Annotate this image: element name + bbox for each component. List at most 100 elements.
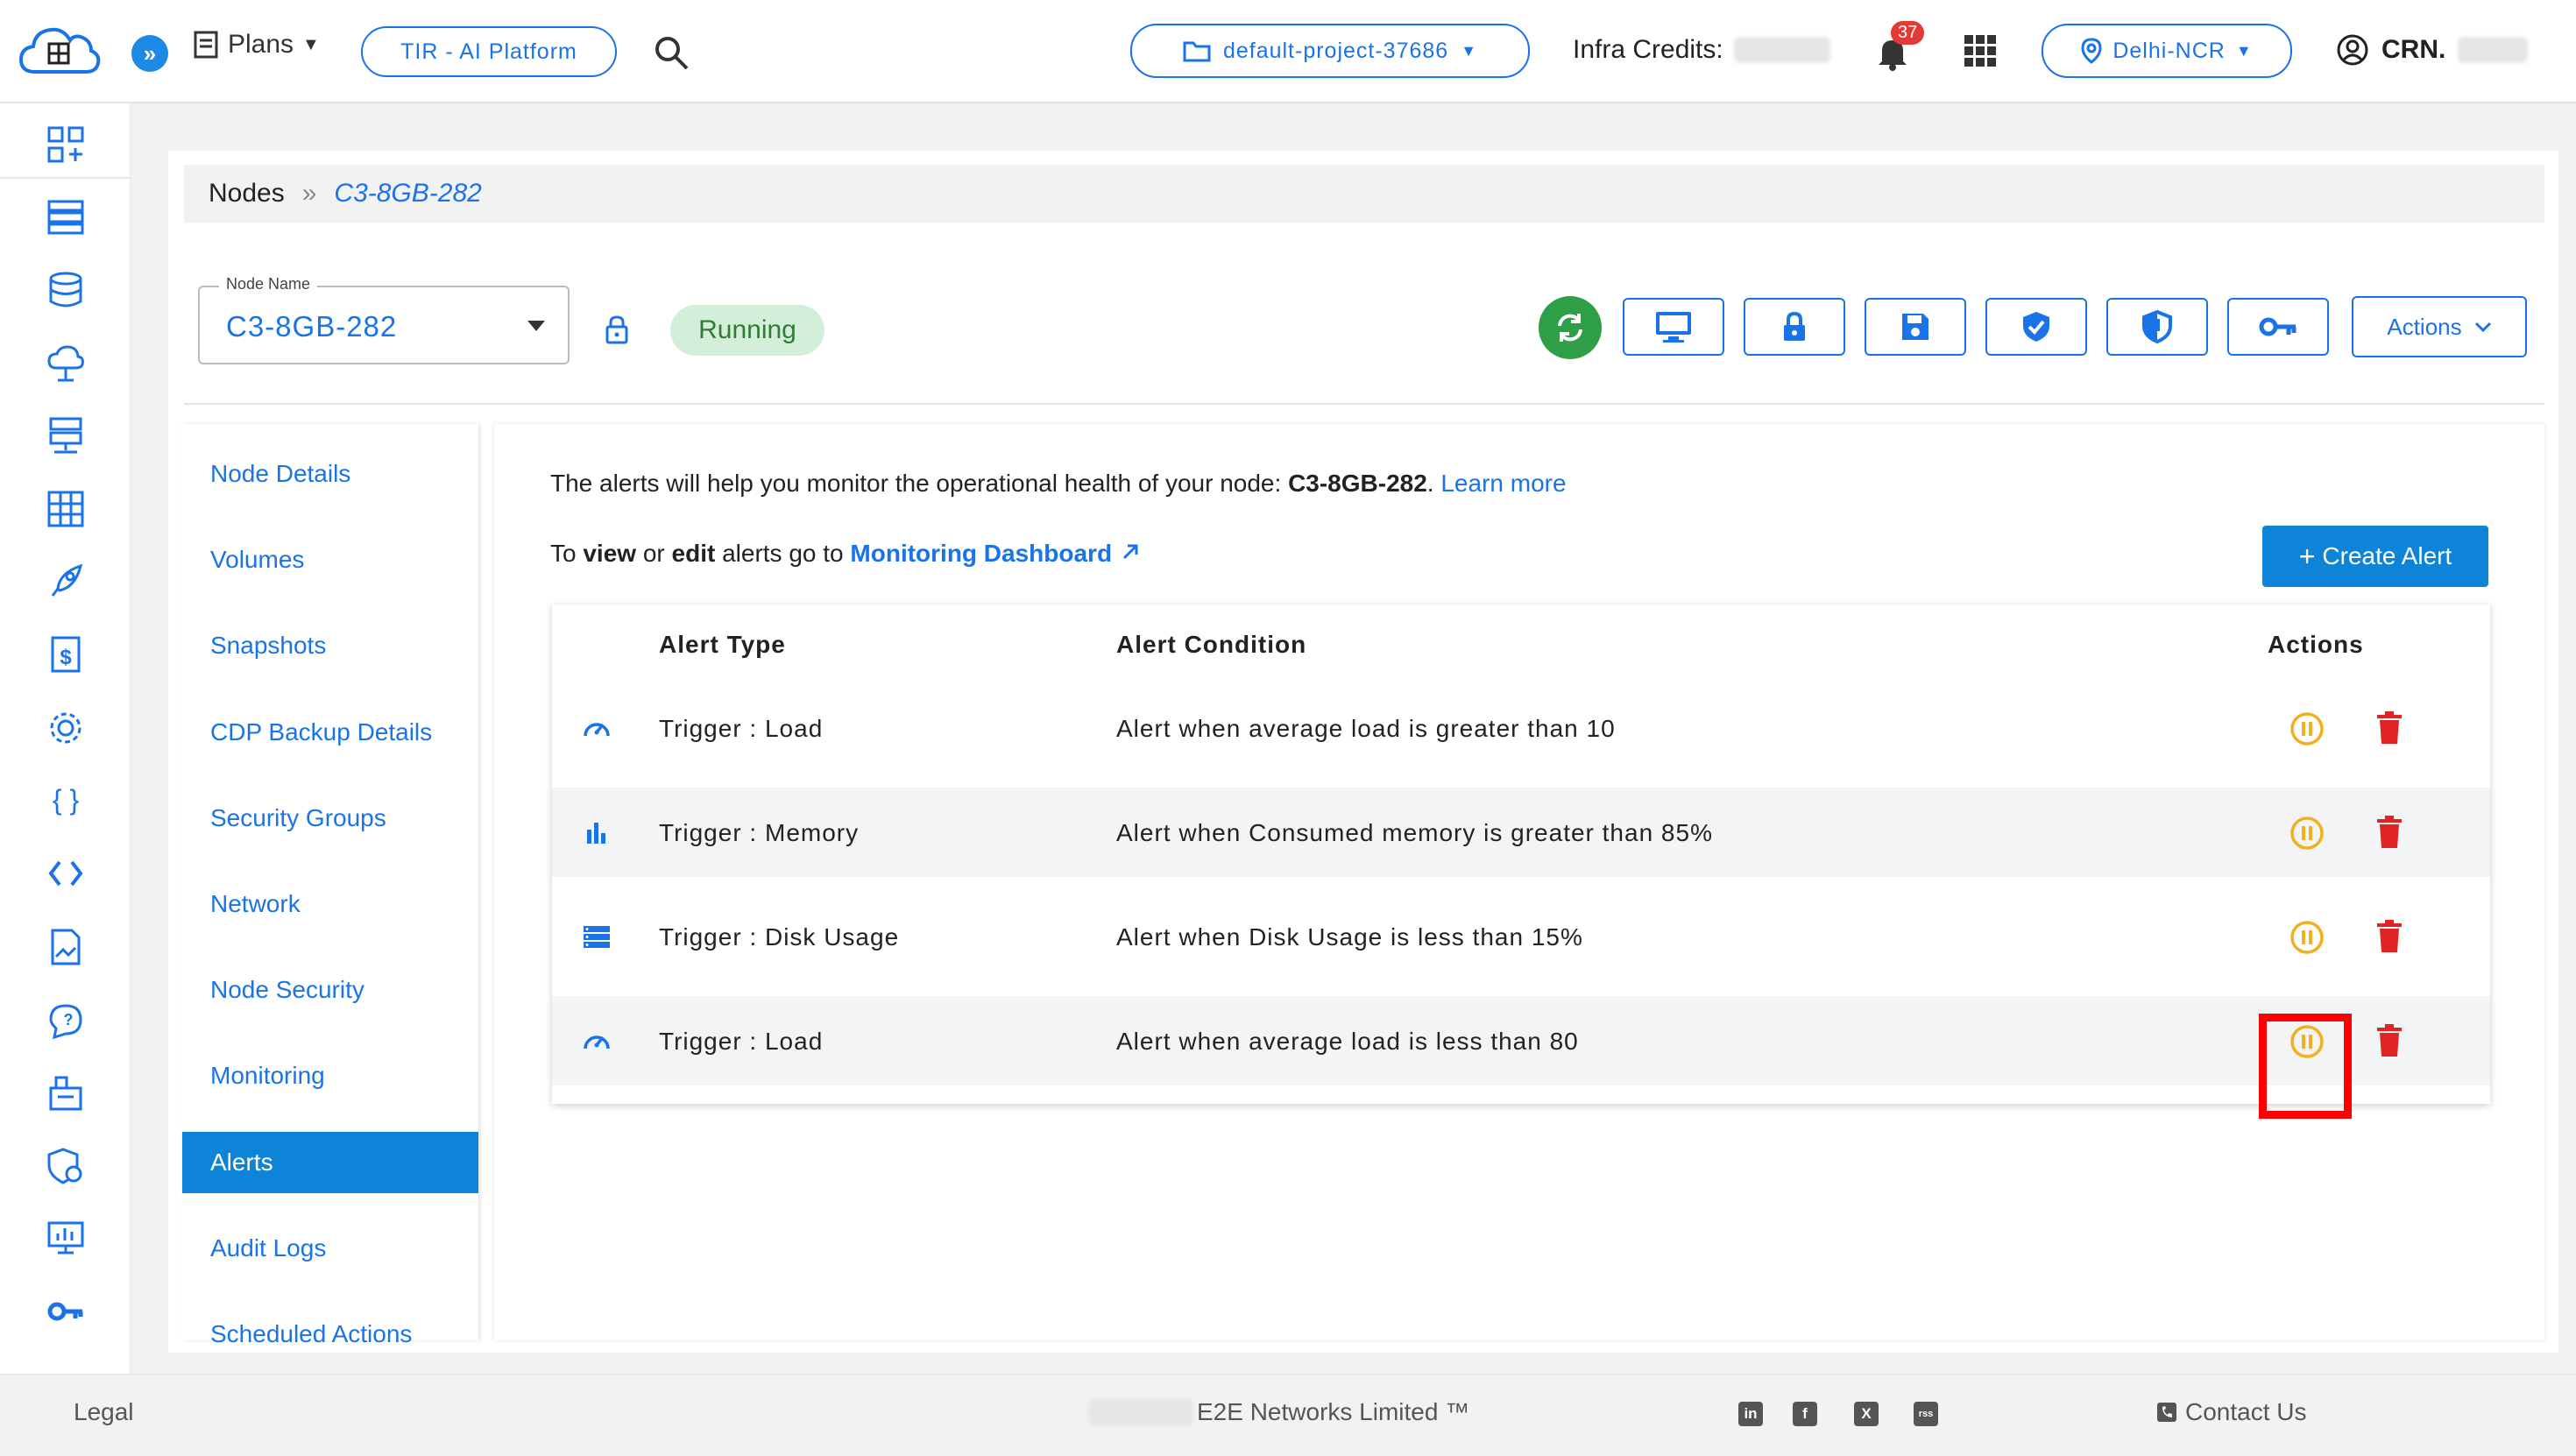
x-twitter-icon[interactable]: X: [1854, 1402, 1879, 1426]
table-row: Trigger : Load Alert when average load is…: [552, 996, 2490, 1119]
expand-sidebar-button[interactable]: »: [131, 35, 168, 72]
alert-condition-cell: Alert when Consumed memory is greater th…: [1116, 819, 1713, 846]
sidenav-item-audit-logs[interactable]: Audit Logs: [182, 1218, 478, 1279]
node-name-label: Node Name: [219, 275, 318, 293]
svg-text:$: $: [60, 646, 72, 669]
contact-us-label: Contact Us: [2185, 1398, 2307, 1425]
save-icon: [1902, 314, 1928, 340]
tir-platform-button[interactable]: TIR - AI Platform: [361, 26, 617, 77]
facebook-icon[interactable]: f: [1793, 1402, 1817, 1426]
database-icon[interactable]: [46, 270, 86, 310]
lock-node-button[interactable]: [1744, 298, 1845, 356]
ssh-key-button[interactable]: [2227, 298, 2329, 356]
project-selector[interactable]: default-project-37686 ▼: [1130, 24, 1530, 78]
gauge-icon: [582, 715, 612, 741]
legal-link[interactable]: Legal: [74, 1398, 134, 1426]
create-alert-label: Create Alert: [2322, 542, 2452, 569]
column-alert-condition: Alert Condition: [1116, 631, 1307, 658]
svg-text:{ }: { }: [53, 784, 80, 816]
code-icon[interactable]: [46, 853, 86, 894]
alert-condition-cell: Alert when Disk Usage is less than 15%: [1116, 923, 1583, 951]
rss-icon[interactable]: rss: [1914, 1402, 1938, 1426]
sidenav-item-network[interactable]: Network: [182, 873, 478, 935]
sidenav-item-volumes[interactable]: Volumes: [182, 529, 478, 590]
sidenav-item-node-security[interactable]: Node Security: [182, 959, 478, 1021]
svg-text:?: ?: [64, 1011, 74, 1028]
hint-to: To: [550, 540, 584, 567]
actions-dropdown-button[interactable]: Actions: [2352, 296, 2527, 357]
alert-type-cell: Trigger : Memory: [659, 819, 860, 846]
braces-icon[interactable]: { }: [46, 780, 86, 820]
network-server-icon[interactable]: [46, 415, 86, 456]
region-name: Delhi-NCR: [2112, 38, 2226, 63]
main-panel: Nodes » C3-8GB-282 Node Name C3-8GB-282 …: [168, 151, 2558, 1353]
pause-alert-icon[interactable]: [2289, 920, 2325, 955]
help-chat-icon[interactable]: ?: [46, 1000, 86, 1041]
monitoring-dashboard-link[interactable]: Monitoring Dashboard: [850, 540, 1112, 567]
monitor-chart-icon[interactable]: [46, 1218, 86, 1258]
key-icon[interactable]: [46, 1291, 86, 1332]
delete-alert-icon[interactable]: [2376, 816, 2403, 849]
chevron-down-icon: ▼: [302, 34, 320, 54]
sidenav-item-cdp-backup-details[interactable]: CDP Backup Details: [182, 702, 478, 763]
sidenav-item-scheduled-actions[interactable]: Scheduled Actions: [182, 1304, 478, 1365]
chevron-down-icon: [2474, 322, 2491, 333]
firewall-button[interactable]: [2106, 298, 2208, 356]
linkedin-icon[interactable]: in: [1738, 1402, 1763, 1426]
intro-period: .: [1426, 470, 1434, 497]
pause-alert-icon[interactable]: [2289, 816, 2325, 851]
shield-half-icon: [2142, 310, 2172, 343]
apps-grid-icon[interactable]: [1964, 35, 1996, 67]
phone-icon: [2157, 1403, 2176, 1422]
delete-alert-icon[interactable]: [2376, 1024, 2403, 1057]
delete-alert-icon[interactable]: [2376, 711, 2403, 745]
breadcrumb-nodes[interactable]: Nodes: [209, 179, 285, 209]
console-button[interactable]: [1623, 298, 1724, 356]
credits-label: Infra Credits:: [1573, 35, 1723, 64]
rocket-icon[interactable]: [46, 561, 86, 601]
save-image-button[interactable]: [1865, 298, 1966, 356]
alert-type-cell: Trigger : Load: [659, 715, 824, 742]
credits-value-redacted: [1733, 37, 1830, 63]
security-check-button[interactable]: [1985, 298, 2087, 356]
learn-more-link[interactable]: Learn more: [1440, 470, 1566, 497]
caret-down-icon: [527, 321, 545, 331]
lock-icon[interactable]: [603, 314, 631, 345]
hint-or: or: [636, 540, 672, 567]
external-link-icon[interactable]: [1119, 541, 1142, 563]
file-image-icon[interactable]: [46, 927, 86, 967]
column-alert-type: Alert Type: [659, 631, 786, 658]
delete-alert-icon[interactable]: [2376, 920, 2403, 953]
server-icon[interactable]: [46, 196, 86, 237]
dashboard-icon[interactable]: [46, 124, 86, 165]
refresh-button[interactable]: [1539, 296, 1602, 359]
e2e-cloud-logo[interactable]: [16, 18, 102, 88]
grid-table-icon[interactable]: [46, 489, 86, 529]
billing-icon[interactable]: $: [46, 634, 86, 675]
alert-type-cell: Trigger : Load: [659, 1028, 824, 1055]
plans-menu[interactable]: Plans ▼: [193, 30, 320, 60]
hint-rest: alerts go to: [715, 540, 851, 567]
account-menu[interactable]: CRN.: [2336, 33, 2529, 67]
cloud-upload-icon[interactable]: [46, 343, 86, 384]
security-user-icon[interactable]: [46, 1146, 86, 1186]
search-icon[interactable]: [652, 33, 690, 72]
building-icon[interactable]: [46, 1072, 86, 1113]
create-alert-button[interactable]: + Create Alert: [2262, 526, 2488, 587]
sidenav-item-monitoring[interactable]: Monitoring: [182, 1045, 478, 1106]
pause-alert-icon[interactable]: [2289, 711, 2325, 746]
sidenav-item-security-groups[interactable]: Security Groups: [182, 788, 478, 849]
user-icon: [2337, 34, 2368, 66]
contact-us-link[interactable]: Contact Us: [2155, 1398, 2307, 1426]
chevron-down-icon: ▼: [2235, 41, 2253, 60]
padlock-icon: [1784, 311, 1805, 341]
sidenav-item-node-details[interactable]: Node Details: [182, 443, 478, 505]
sidenav-item-alerts[interactable]: Alerts: [182, 1131, 478, 1193]
node-name-select[interactable]: Node Name C3-8GB-282: [198, 275, 570, 364]
sidenav-item-snapshots[interactable]: Snapshots: [182, 615, 478, 676]
gear-icon[interactable]: [46, 708, 86, 748]
notification-badge: 37: [1891, 21, 1925, 45]
header-divider: [184, 403, 2544, 405]
top-bar: » Plans ▼ TIR - AI Platform default-proj…: [0, 0, 2576, 103]
region-selector[interactable]: Delhi-NCR ▼: [2042, 24, 2292, 78]
